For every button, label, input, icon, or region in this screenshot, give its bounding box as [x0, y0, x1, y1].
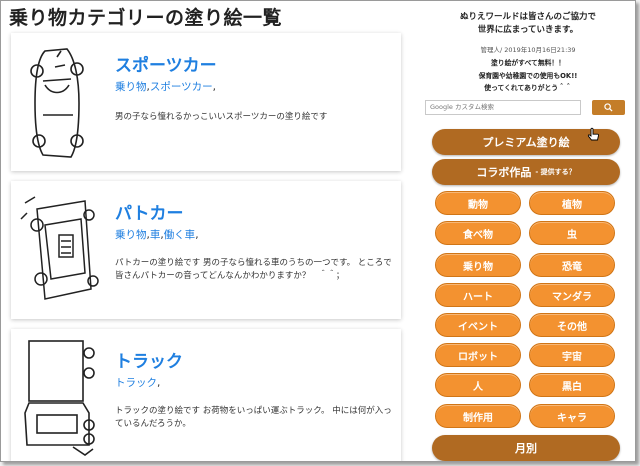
tag-link[interactable]: 乗り物 — [115, 229, 147, 241]
intro-line: ぬりえワールドは皆さんのご協力で — [459, 12, 596, 22]
category-button-dinosaurs[interactable]: 恐竜 — [529, 253, 615, 277]
tag-link[interactable]: 車 — [150, 229, 161, 241]
police-car-coloring-icon[interactable] — [15, 185, 105, 315]
search-button[interactable] — [592, 100, 625, 115]
sports-car-coloring-icon[interactable] — [15, 37, 105, 167]
category-button-people[interactable]: 人 — [435, 373, 521, 397]
tag-link[interactable]: スポーツカー — [150, 81, 213, 93]
card-title[interactable]: トラック — [115, 347, 183, 372]
tag-link[interactable]: トラック — [115, 377, 157, 389]
promo-line: 使ってくれてありがとう＾＾ — [484, 84, 572, 92]
category-button-production[interactable]: 制作用 — [435, 404, 521, 428]
card-description: トラックの塗り絵です お荷物をいっぱい運ぶトラック。 中には何が入っているんだろ… — [115, 406, 392, 429]
category-button-animals[interactable]: 動物 — [435, 191, 521, 215]
card-tags: 乗り物,スポーツカー, — [115, 81, 216, 93]
card-police-car[interactable]: パトカー 乗り物,車,働く車, パトカーの塗り絵です 男の子なら憧れる車のうちの… — [11, 181, 401, 319]
category-button-vehicles[interactable]: 乗り物 — [435, 253, 521, 277]
promo-line: 塗り絵がすべて無料！！ — [490, 59, 566, 67]
category-button-characters[interactable]: キャラ — [529, 404, 615, 428]
category-button-space[interactable]: 宇宙 — [529, 343, 615, 367]
card-truck[interactable]: トラック トラック, トラックの塗り絵です お荷物をいっぱい運ぶトラック。 中に… — [11, 329, 401, 461]
card-tags: トラック, — [115, 377, 161, 389]
browser-viewport: 乗り物カテゴリーの塗り絵一覧 スポーツカー 乗り物,スポーツカー, 男の子なら憧… — [0, 0, 636, 462]
search-icon — [604, 103, 613, 112]
sidebar: ぬりえワールドは皆さんのご協力で 世界に広まっていきます。 管理人/ 2019年… — [421, 1, 635, 461]
card-description: 男の子なら憧れるかっこいいスポーツカーの塗り絵です — [115, 112, 328, 122]
intro-text: ぬりえワールドは皆さんのご協力で 世界に広まっていきます。 — [421, 11, 635, 37]
promo-line: 保育園や幼稚園での使用もOK!! — [478, 71, 578, 80]
hand-cursor-icon — [587, 127, 599, 141]
collab-label: コラボ作品 — [476, 166, 532, 179]
truck-coloring-icon[interactable] — [15, 333, 105, 461]
category-button-plants[interactable]: 植物 — [529, 191, 615, 215]
promo-text: 塗り絵がすべて無料！！ 保育園や幼稚園での使用もOK!! 使ってくれてありがとう… — [421, 57, 635, 95]
card-sports-car[interactable]: スポーツカー 乗り物,スポーツカー, 男の子なら憧れるかっこいいスポーツカーの塗… — [11, 33, 401, 171]
monthly-label: 月別 — [515, 442, 537, 455]
collab-works-button[interactable]: コラボ作品 - 提供する？ — [432, 159, 620, 185]
tag-link[interactable]: 乗り物 — [115, 81, 147, 93]
page-title: 乗り物カテゴリーの塗り絵一覧 — [9, 7, 283, 29]
tag-link[interactable]: 働く車 — [164, 229, 196, 241]
category-button-black-white[interactable]: 黒白 — [529, 373, 615, 397]
category-button-food[interactable]: 食べ物 — [435, 221, 521, 245]
card-title[interactable]: パトカー — [115, 199, 184, 224]
category-button-events[interactable]: イベント — [435, 313, 521, 337]
search-input[interactable]: Google カスタム検索 — [425, 100, 581, 115]
admin-meta: 管理人/ 2019年10月16日21:39 — [480, 46, 576, 54]
category-button-robots[interactable]: ロボット — [435, 343, 521, 367]
category-button-insects[interactable]: 虫 — [529, 221, 615, 245]
category-button-mandala[interactable]: マンダラ — [529, 283, 615, 307]
category-button-others[interactable]: その他 — [529, 313, 615, 337]
collab-sub-label: - 提供する？ — [535, 168, 576, 176]
card-title[interactable]: スポーツカー — [115, 51, 217, 76]
monthly-archive-button[interactable]: 月別 — [432, 435, 620, 461]
category-button-hearts[interactable]: ハート — [435, 283, 521, 307]
card-description: パトカーの塗り絵です 男の子なら憧れる車のうちの一つです。 ところで皆さんパトカ… — [115, 258, 392, 281]
intro-line: 世界に広まっていきます。 — [477, 25, 579, 35]
premium-label: プレミアム塗り絵 — [482, 136, 570, 149]
card-tags: 乗り物,車,働く車, — [115, 229, 199, 241]
